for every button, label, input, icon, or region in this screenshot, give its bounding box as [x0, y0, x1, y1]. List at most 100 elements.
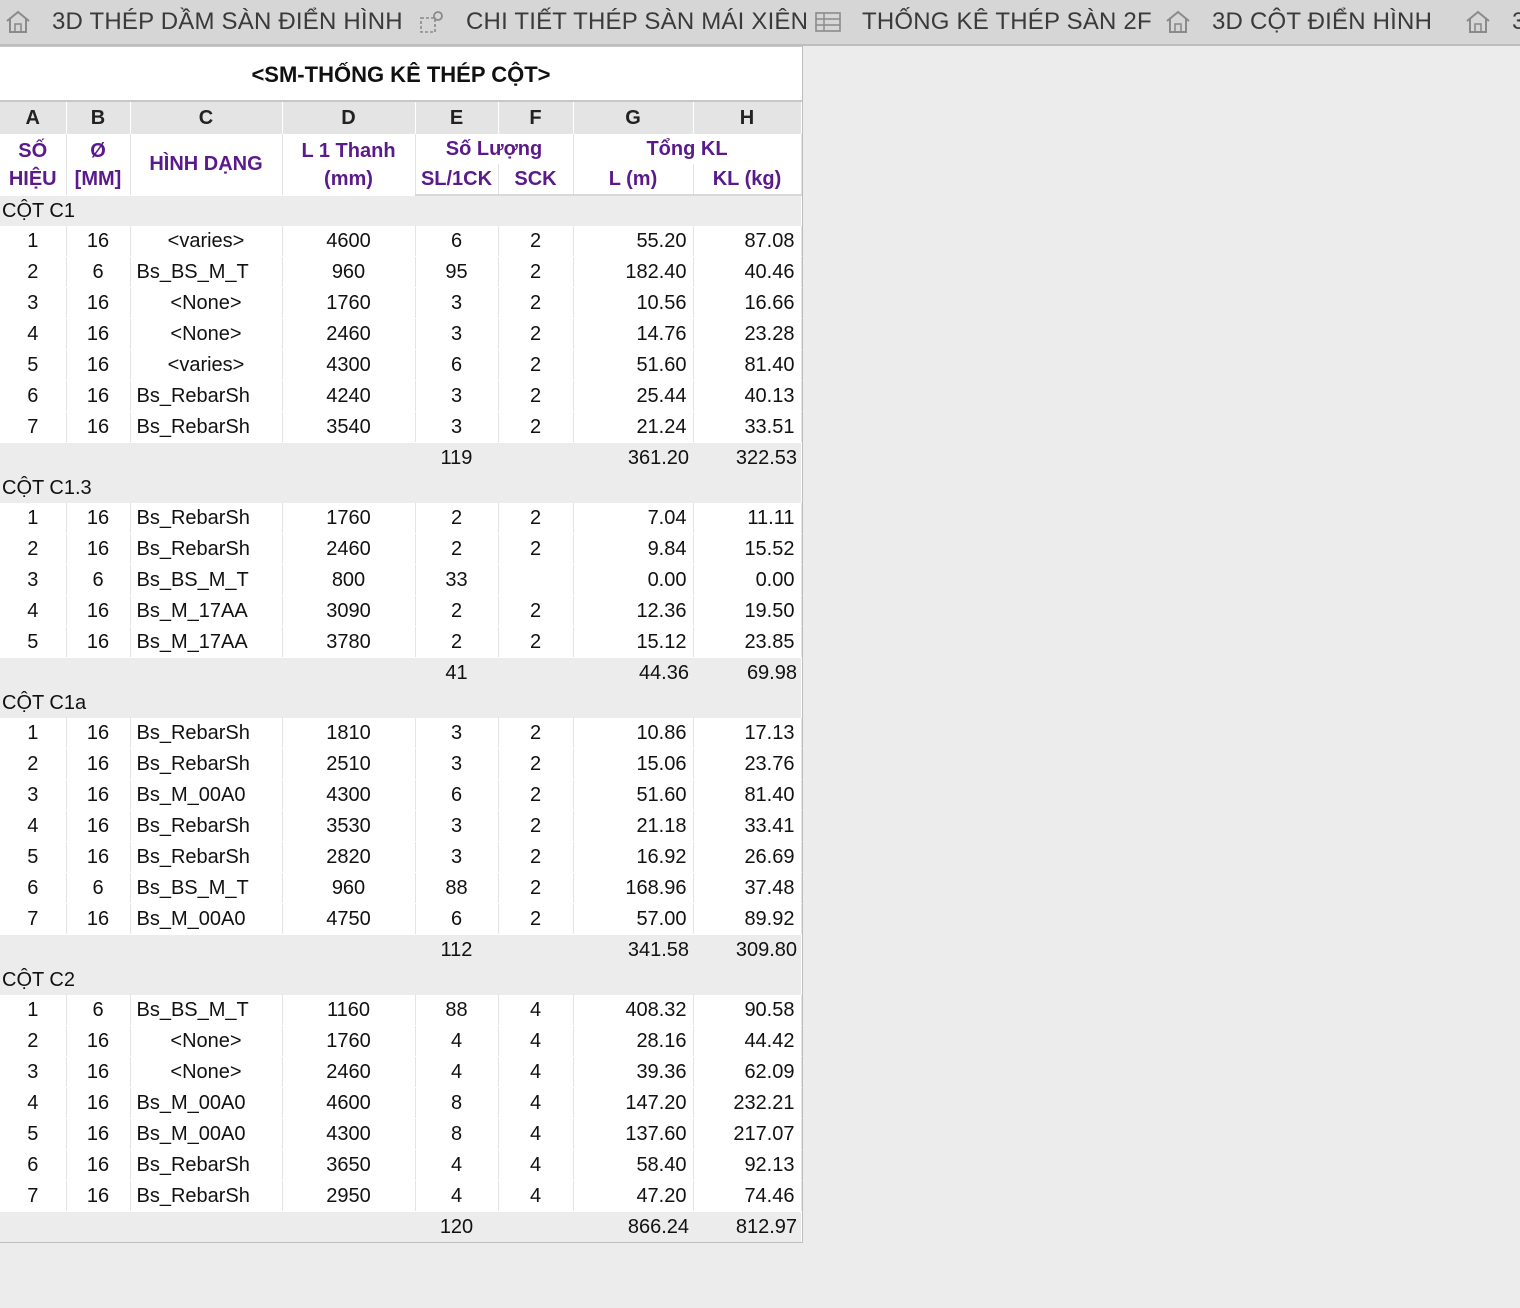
tab-thong-ke-thep-san-2f[interactable]: THỐNG KÊ THÉP SÀN 2F: [814, 0, 1152, 44]
cell-so-hieu[interactable]: 3: [0, 287, 67, 319]
column-letter[interactable]: A: [0, 102, 67, 134]
cell-sck[interactable]: [498, 564, 574, 596]
cell-so-hieu[interactable]: 4: [0, 595, 67, 627]
cell-shape[interactable]: <None>: [130, 1056, 283, 1088]
cell-length[interactable]: 4240: [282, 380, 416, 412]
cell-sl-1ck[interactable]: 8: [415, 1087, 499, 1119]
cell-diameter[interactable]: 16: [66, 626, 131, 658]
cell-sck[interactable]: 2: [498, 318, 574, 350]
cell-kl-kg[interactable]: 81.40: [693, 349, 802, 381]
cell-l-m[interactable]: 9.84: [573, 533, 694, 565]
cell-diameter[interactable]: 16: [66, 318, 131, 350]
cell-sl-1ck[interactable]: 8: [415, 1118, 499, 1150]
cell-sl-1ck[interactable]: 88: [415, 995, 499, 1026]
table-row[interactable]: 4 16 Bs_M_17AA 3090 2 2 12.36 19.50: [0, 595, 802, 627]
cell-sck[interactable]: 2: [498, 349, 574, 381]
table-row[interactable]: 7 16 Bs_RebarSh 3540 3 2 21.24 33.51: [0, 411, 802, 443]
cell-so-hieu[interactable]: 2: [0, 748, 67, 780]
cell-diameter[interactable]: 6: [66, 564, 131, 596]
cell-kl-kg[interactable]: 11.11: [693, 503, 802, 534]
cell-diameter[interactable]: 16: [66, 718, 131, 749]
cell-length[interactable]: 960: [282, 872, 416, 904]
cell-kl-kg[interactable]: 232.21: [693, 1087, 802, 1119]
cell-l-m[interactable]: 137.60: [573, 1118, 694, 1150]
header-so-hieu[interactable]: SỐ HIỆU: [0, 134, 67, 195]
column-letter[interactable]: C: [130, 102, 283, 134]
cell-sck[interactable]: 4: [498, 995, 574, 1026]
table-row[interactable]: 5 16 Bs_RebarSh 2820 3 2 16.92 26.69: [0, 841, 802, 873]
cell-sck[interactable]: 2: [498, 903, 574, 935]
cell-l-m[interactable]: 57.00: [573, 903, 694, 935]
table-row[interactable]: 3 16 <None> 2460 4 4 39.36 62.09: [0, 1056, 802, 1088]
cell-sck[interactable]: 4: [498, 1056, 574, 1088]
table-row[interactable]: 2 16 <None> 1760 4 4 28.16 44.42: [0, 1025, 802, 1057]
cell-length[interactable]: 3530: [282, 810, 416, 842]
tab-truncated[interactable]: 3: [1464, 0, 1520, 44]
cell-sck[interactable]: 4: [498, 1087, 574, 1119]
cell-so-hieu[interactable]: 7: [0, 1180, 67, 1212]
cell-shape[interactable]: Bs_BS_M_T: [130, 995, 283, 1026]
cell-kl-kg[interactable]: 16.66: [693, 287, 802, 319]
cell-kl-kg[interactable]: 37.48: [693, 872, 802, 904]
cell-shape[interactable]: <None>: [130, 318, 283, 350]
cell-sl-1ck[interactable]: 3: [415, 718, 499, 749]
cell-sl-1ck[interactable]: 3: [415, 748, 499, 780]
cell-sck[interactable]: 4: [498, 1025, 574, 1057]
cell-shape[interactable]: Bs_RebarSh: [130, 533, 283, 565]
cell-kl-kg[interactable]: 44.42: [693, 1025, 802, 1057]
cell-l-m[interactable]: 408.32: [573, 995, 694, 1026]
cell-kl-kg[interactable]: 217.07: [693, 1118, 802, 1150]
cell-l-m[interactable]: 14.76: [573, 318, 694, 350]
cell-shape[interactable]: Bs_BS_M_T: [130, 872, 283, 904]
cell-length[interactable]: 2510: [282, 748, 416, 780]
cell-length[interactable]: 2950: [282, 1180, 416, 1212]
tab-chi-tiet-thep-san-mai-xien[interactable]: CHI TIẾT THÉP SÀN MÁI XIÊN: [418, 0, 808, 44]
cell-l-m[interactable]: 21.24: [573, 411, 694, 443]
group-header-row[interactable]: CỘT C1a: [0, 688, 801, 718]
cell-so-hieu[interactable]: 2: [0, 533, 67, 565]
cell-kl-kg[interactable]: 23.28: [693, 318, 802, 350]
cell-l-m[interactable]: 15.06: [573, 748, 694, 780]
cell-sck[interactable]: 4: [498, 1118, 574, 1150]
cell-sl-1ck[interactable]: 88: [415, 872, 499, 904]
cell-sck[interactable]: 2: [498, 718, 574, 749]
cell-diameter[interactable]: 16: [66, 349, 131, 381]
cell-so-hieu[interactable]: 5: [0, 349, 67, 381]
table-row[interactable]: 6 16 Bs_RebarSh 3650 4 4 58.40 92.13: [0, 1149, 802, 1181]
cell-diameter[interactable]: 16: [66, 380, 131, 412]
cell-sck[interactable]: 2: [498, 841, 574, 873]
cell-so-hieu[interactable]: 7: [0, 411, 67, 443]
table-row[interactable]: 4 16 <None> 2460 3 2 14.76 23.28: [0, 318, 802, 350]
column-letter[interactable]: B: [66, 102, 131, 134]
cell-diameter[interactable]: 16: [66, 1025, 131, 1057]
table-row[interactable]: 5 16 Bs_M_00A0 4300 8 4 137.60 217.07: [0, 1118, 802, 1150]
cell-kl-kg[interactable]: 23.76: [693, 748, 802, 780]
cell-so-hieu[interactable]: 6: [0, 380, 67, 412]
table-row[interactable]: 2 6 Bs_BS_M_T 960 95 2 182.40 40.46: [0, 256, 802, 288]
cell-sl-1ck[interactable]: 4: [415, 1025, 499, 1057]
cell-shape[interactable]: Bs_RebarSh: [130, 810, 283, 842]
table-row[interactable]: 1 16 <varies> 4600 6 2 55.20 87.08: [0, 226, 802, 257]
cell-sck[interactable]: 2: [498, 287, 574, 319]
cell-l-m[interactable]: 28.16: [573, 1025, 694, 1057]
cell-l-m[interactable]: 10.56: [573, 287, 694, 319]
cell-l-m[interactable]: 39.36: [573, 1056, 694, 1088]
cell-kl-kg[interactable]: 33.41: [693, 810, 802, 842]
cell-length[interactable]: 4600: [282, 1087, 416, 1119]
cell-kl-kg[interactable]: 23.85: [693, 626, 802, 658]
cell-diameter[interactable]: 6: [66, 995, 131, 1026]
cell-length[interactable]: 1760: [282, 287, 416, 319]
table-row[interactable]: 5 16 Bs_M_17AA 3780 2 2 15.12 23.85: [0, 626, 802, 658]
table-row[interactable]: 5 16 <varies> 4300 6 2 51.60 81.40: [0, 349, 802, 381]
cell-length[interactable]: 1160: [282, 995, 416, 1026]
table-row[interactable]: 4 16 Bs_RebarSh 3530 3 2 21.18 33.41: [0, 810, 802, 842]
cell-sck[interactable]: 2: [498, 626, 574, 658]
cell-length[interactable]: 4300: [282, 779, 416, 811]
cell-diameter[interactable]: 16: [66, 503, 131, 534]
cell-l-m[interactable]: 21.18: [573, 810, 694, 842]
cell-sl-1ck[interactable]: 6: [415, 226, 499, 257]
cell-length[interactable]: 800: [282, 564, 416, 596]
cell-sck[interactable]: 2: [498, 533, 574, 565]
cell-length[interactable]: 4300: [282, 349, 416, 381]
cell-shape[interactable]: Bs_M_17AA: [130, 626, 283, 658]
